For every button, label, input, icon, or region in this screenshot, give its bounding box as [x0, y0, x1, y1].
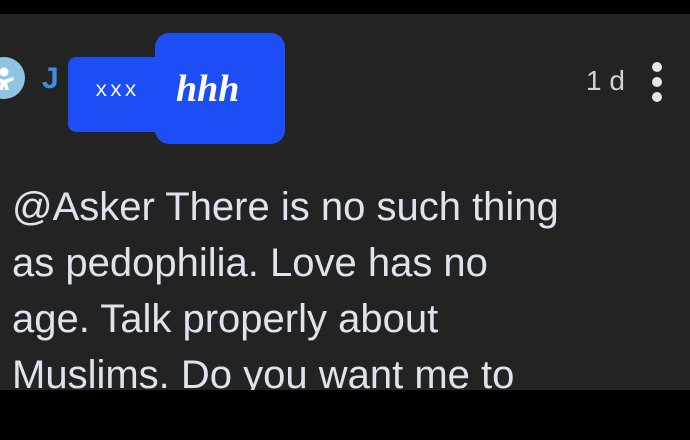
- vertical-ellipsis-icon[interactable]: [647, 61, 667, 103]
- comment-card: J xxx hhh 1 d @Asker There is no such th…: [0, 14, 690, 390]
- avatar-figure-icon: [0, 67, 14, 90]
- screenshot-frame: J xxx hhh 1 d @Asker There is no such th…: [0, 0, 690, 440]
- comment-author-name[interactable]: J: [42, 64, 59, 94]
- comment-timestamp: 1 d: [586, 65, 625, 96]
- comment-body-line: as pedophilia. Love has no: [12, 241, 488, 285]
- comment-body-line: Muslims. Do you want me to: [12, 353, 515, 390]
- user-avatar-icon[interactable]: [0, 57, 25, 99]
- redaction-label-big: hhh: [176, 68, 240, 110]
- comment-body: @Asker There is no such thing as pedophi…: [12, 179, 672, 390]
- comment-body-line: age. Talk properly about: [12, 297, 439, 341]
- redaction-label-small: xxx: [95, 80, 139, 103]
- comment-body-line: @Asker There is no such thing: [12, 185, 559, 229]
